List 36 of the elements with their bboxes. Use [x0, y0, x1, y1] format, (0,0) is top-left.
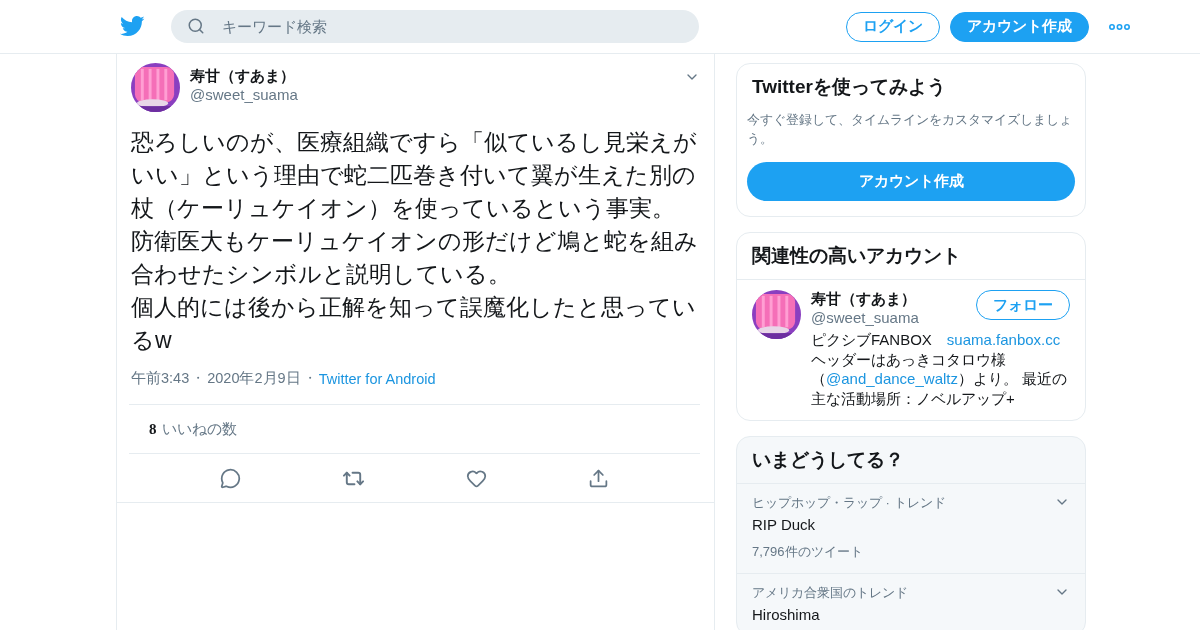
share-icon[interactable] — [588, 467, 610, 489]
trend-name[interactable]: Hiroshima — [752, 606, 1054, 623]
separator-dot: ・ — [192, 370, 205, 387]
account-name: 寿甘（すあま） — [811, 290, 917, 309]
account-bio: ピクシブFANBOX suama.fanbox.cc ヘッダーはあっきコタロウ様（@and_dance_waltz）より。 最近の主な活動場所：ノベルアップ+ — [811, 330, 1069, 408]
signup-button[interactable]: アカウント作成 — [747, 162, 1075, 201]
tweet-count: 7,796件のツイート — [752, 543, 864, 561]
tweet-text: 恐ろしいのが、医療組織ですら「似ているし見栄えがいい」という理由で蛇二匹巻き付いて翼が生えた別の杖（ケーリュケイオン）を使っているという事実。 — [131, 128, 698, 223]
author-handle: @sweet_suama — [190, 86, 299, 103]
bio-link[interactable]: @and_dance_waltz — [826, 370, 958, 387]
more-icon[interactable] — [1109, 23, 1130, 30]
search-icon — [187, 17, 205, 35]
search-field[interactable]: キーワード検索 — [171, 10, 699, 43]
trend-context: ヒップホップ・ラップ · トレンド — [752, 494, 947, 512]
bird-logo-icon[interactable] — [120, 16, 145, 37]
tweet-timestamp: 2020年2月9日 — [207, 369, 301, 388]
likes-label[interactable]: いいねの数 — [161, 419, 237, 439]
tweet-text: 個人的には後から正解を知って誤魔化したと思っているw — [131, 293, 697, 355]
bio-link[interactable]: suama.fanbox.cc — [946, 331, 1061, 348]
card-title: 関連性の高いアカウント — [751, 244, 962, 268]
trend-context: アメリカ合衆国のトレンド — [752, 584, 909, 602]
login-button[interactable]: ログイン — [846, 11, 940, 42]
source-link[interactable]: Twitter for Android — [318, 370, 436, 387]
tweet-timestamp: 午前3:43 — [131, 369, 190, 388]
tweet-text: 防衛医大もケーリュケイオンの形だけど鳩と蛇を組み合わせたシンボルと説明している。 — [131, 227, 699, 289]
card-title: Twitterを使ってみよう — [751, 75, 947, 99]
reply-icon[interactable] — [219, 467, 241, 489]
signup-button[interactable]: アカウント作成 — [950, 11, 1089, 42]
author-name: 寿甘（すあま） — [190, 67, 296, 86]
account-handle: @sweet_suama — [811, 309, 920, 326]
likes-count: 8 — [149, 420, 157, 438]
card-title: いまどうしてる？ — [751, 448, 905, 472]
separator-dot: ・ — [303, 370, 316, 387]
trend-name[interactable]: RIP Duck — [752, 516, 1054, 533]
follow-button[interactable]: フォロー — [976, 290, 1070, 320]
signup-text: 今すぐ登録して、タイムラインをカスタマイズしましょう。 — [747, 111, 1073, 148]
